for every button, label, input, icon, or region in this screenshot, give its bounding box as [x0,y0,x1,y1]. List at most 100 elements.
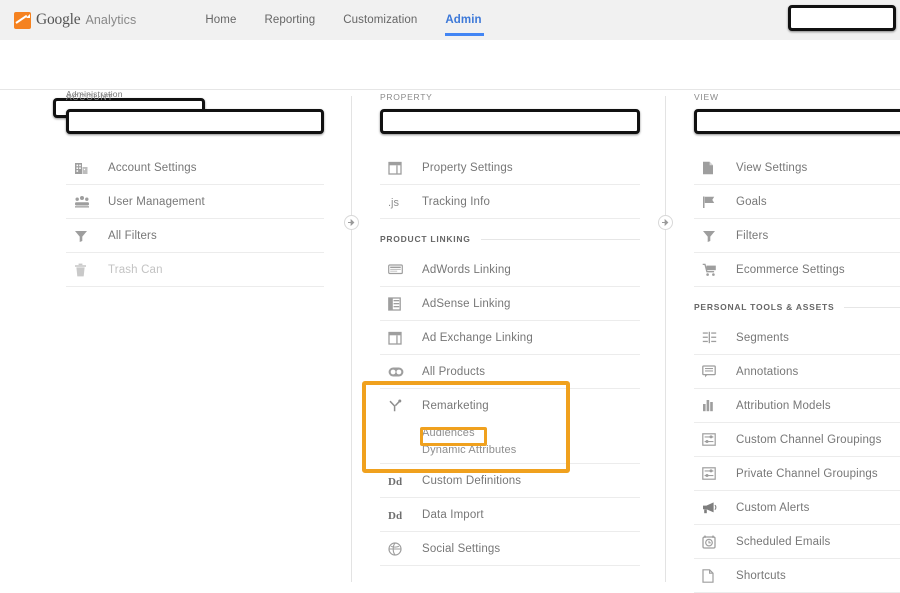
menu-item-label: Social Settings [422,543,500,555]
menu-item-private-channel-groupings[interactable]: Private Channel Groupings [694,457,900,491]
section-product-linking: PRODUCT LINKING [380,225,640,253]
menu-item-label: AdWords Linking [422,264,511,276]
column-divider-2 [665,96,666,582]
clock-icon [702,535,728,549]
redacted-account-picker[interactable] [66,109,324,134]
building-icon [74,160,100,175]
menu-item-shortcuts[interactable]: Shortcuts [694,559,900,593]
menu-item-custom-channel-groupings[interactable]: Custom Channel Groupings [694,423,900,457]
adwords-icon [388,263,414,276]
layout-icon [388,331,414,345]
menu-item-view-settings[interactable]: View Settings [694,151,900,185]
property-column: PROPERTY Property Settings .js [380,92,640,566]
menu-item-label: All Products [422,366,485,378]
top-bar: Google Analytics Home Reporting Customiz… [0,0,900,40]
menu-item-scheduled-emails[interactable]: Scheduled Emails [694,525,900,559]
trash-icon [74,263,100,277]
sliders-icon [702,467,728,480]
menu-item-annotations[interactable]: Annotations [694,355,900,389]
property-menu: Property Settings .js Tracking Info PROD… [380,151,640,566]
dd-icon: Dd [388,508,414,522]
property-column-title: PROPERTY [380,92,640,102]
section-title: PRODUCT LINKING [380,234,471,244]
admin-columns: ACCOUNT Account Settings [0,92,900,585]
menu-item-custom-alerts[interactable]: Custom Alerts [694,491,900,525]
adsense-icon [388,297,414,311]
google-analytics-logo[interactable]: Google Analytics [14,11,136,29]
redacted-view-picker[interactable] [694,109,900,134]
menu-item-trash-can[interactable]: Trash Can [66,253,324,287]
menu-item-custom-definitions[interactable]: Dd Custom Definitions [380,464,640,498]
menu-item-account-settings[interactable]: Account Settings [66,151,324,185]
menu-item-data-import[interactable]: Dd Data Import [380,498,640,532]
menu-item-label: Attribution Models [736,400,831,412]
logo-google-text: Google [36,11,80,29]
menu-item-user-management[interactable]: User Management [66,185,324,219]
menu-item-social-settings[interactable]: Social Settings [380,532,640,566]
menu-item-remarketing[interactable]: Remarketing [380,389,640,423]
menu-item-ecommerce-settings[interactable]: Ecommerce Settings [694,253,900,287]
menu-item-goals[interactable]: Goals [694,185,900,219]
menu-item-label: Ecommerce Settings [736,264,845,276]
menu-item-label: View Settings [736,162,807,174]
menu-item-label: Trash Can [108,264,163,276]
nav-item-home[interactable]: Home [191,0,250,40]
menu-item-label: Account Settings [108,162,197,174]
submenu-item-dynamic-attributes[interactable]: Dynamic Attributes [422,442,516,458]
submenu-item-audiences[interactable]: Audiences [422,425,475,441]
menu-item-adwords-linking[interactable]: AdWords Linking [380,253,640,287]
svg-text:.js: .js [388,197,400,209]
menu-item-label: Segments [736,332,789,344]
menu-item-tracking-info[interactable]: .js Tracking Info [380,185,640,219]
dd-icon: Dd [388,474,414,488]
menu-item-all-filters[interactable]: All Filters [66,219,324,253]
funnel-icon [702,229,728,243]
menu-item-label: Scheduled Emails [736,536,830,548]
menu-item-label: Private Channel Groupings [736,468,878,480]
menu-item-label: Property Settings [422,162,513,174]
megaphone-icon [702,501,728,514]
breadcrumb-band: Administration [0,40,900,90]
section-rule [844,307,900,308]
menu-item-property-settings[interactable]: Property Settings [380,151,640,185]
products-icon [388,366,414,378]
menu-item-all-products[interactable]: All Products [380,355,640,389]
flag-icon [702,195,728,209]
section-personal-tools: PERSONAL TOOLS & ASSETS [694,293,900,321]
funnel-icon [74,229,100,243]
barchart-icon [702,399,728,412]
menu-item-label: Shortcuts [736,570,786,582]
cart-icon [702,263,728,277]
redacted-property-picker[interactable] [380,109,640,134]
menu-item-attribution-models[interactable]: Attribution Models [694,389,900,423]
main-nav: Home Reporting Customization Admin [191,0,495,40]
menu-item-filters[interactable]: Filters [694,219,900,253]
page-icon [702,161,728,175]
menu-item-label: Custom Alerts [736,502,810,514]
section-rule [481,239,640,240]
nav-item-admin[interactable]: Admin [431,0,495,40]
nav-item-customization[interactable]: Customization [329,0,431,40]
menu-item-adsense-linking[interactable]: AdSense Linking [380,287,640,321]
account-column: ACCOUNT Account Settings [66,92,324,287]
layout-icon [388,161,414,175]
menu-item-label: Annotations [736,366,798,378]
logo-analytics-text: Analytics [85,13,136,27]
account-column-title: ACCOUNT [66,92,324,102]
menu-item-label: Ad Exchange Linking [422,332,533,344]
menu-group-remarketing: Remarketing Audiences Dynamic Attributes [380,389,640,464]
menu-item-ad-exchange-linking[interactable]: Ad Exchange Linking [380,321,640,355]
section-title: PERSONAL TOOLS & ASSETS [694,302,834,312]
menu-item-label: Data Import [422,509,484,521]
menu-item-segments[interactable]: Segments [694,321,900,355]
users-icon [74,194,100,209]
remarketing-icon [388,399,414,413]
collapse-arrow-icon-1[interactable] [344,215,359,230]
svg-text:Dd: Dd [388,510,402,522]
view-column: VIEW View Settings [694,92,900,593]
submenu-row: Audiences [380,423,640,440]
submenu-row: Dynamic Attributes [380,440,640,457]
nav-item-reporting[interactable]: Reporting [250,0,329,40]
collapse-arrow-icon-2[interactable] [658,215,673,230]
js-icon: .js [388,195,414,209]
